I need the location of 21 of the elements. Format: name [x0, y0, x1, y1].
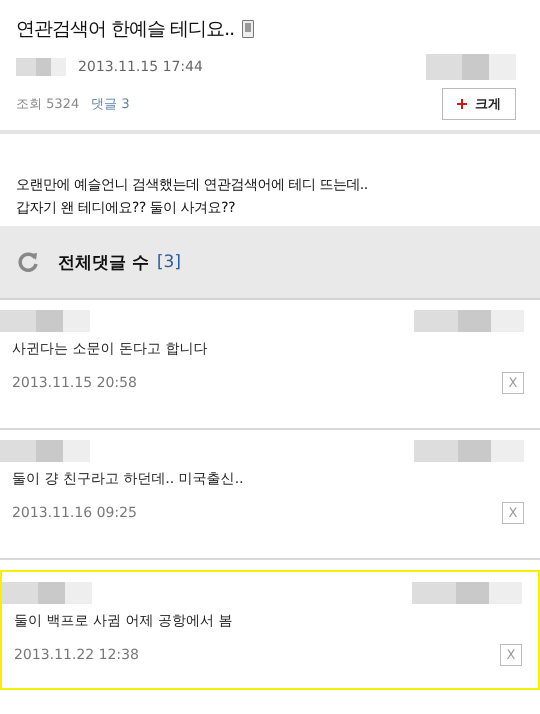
comment-text: 둘이 걍 친구라고 하던데.. 미국출신.. [11, 470, 245, 488]
post-body: 오랜만에 예슬언니 검색했는데 연관검색어에 테디 뜨는데.. 갑자기 왠 테디에요?? 둘이 사겨요?? [15, 176, 369, 218]
comment-date: 2013.11.22 12:38 [13, 647, 139, 663]
comment-text: 사귄다는 소문이 돈다고 합니다 [11, 340, 208, 358]
post-date: 2013.11.15 17:44 [78, 59, 203, 75]
phone-icon [242, 20, 254, 38]
delete-button[interactable]: X [500, 644, 522, 666]
plus-icon [457, 99, 467, 109]
comments-link[interactable]: 댓글 3 [91, 95, 130, 113]
delete-button[interactable]: X [502, 372, 524, 394]
comments-count: [3] [156, 252, 182, 272]
delete-button[interactable]: X [502, 502, 524, 524]
comment-date: 2013.11.15 20:58 [11, 375, 137, 391]
comment-date: 2013.11.16 09:25 [11, 505, 137, 521]
view-count: 조회 5324 [16, 96, 80, 113]
zoom-button[interactable]: 크게 [442, 88, 516, 120]
comment-text: 둘이 백프로 사귐 어제 공항에서 봄 [13, 612, 234, 630]
blurred-author [16, 58, 66, 76]
comments-total-label: 전체댓글 수 [58, 252, 149, 274]
post-title: 연관검색어 한예슬 테디요.. [16, 17, 234, 42]
refresh-icon[interactable] [16, 250, 40, 274]
